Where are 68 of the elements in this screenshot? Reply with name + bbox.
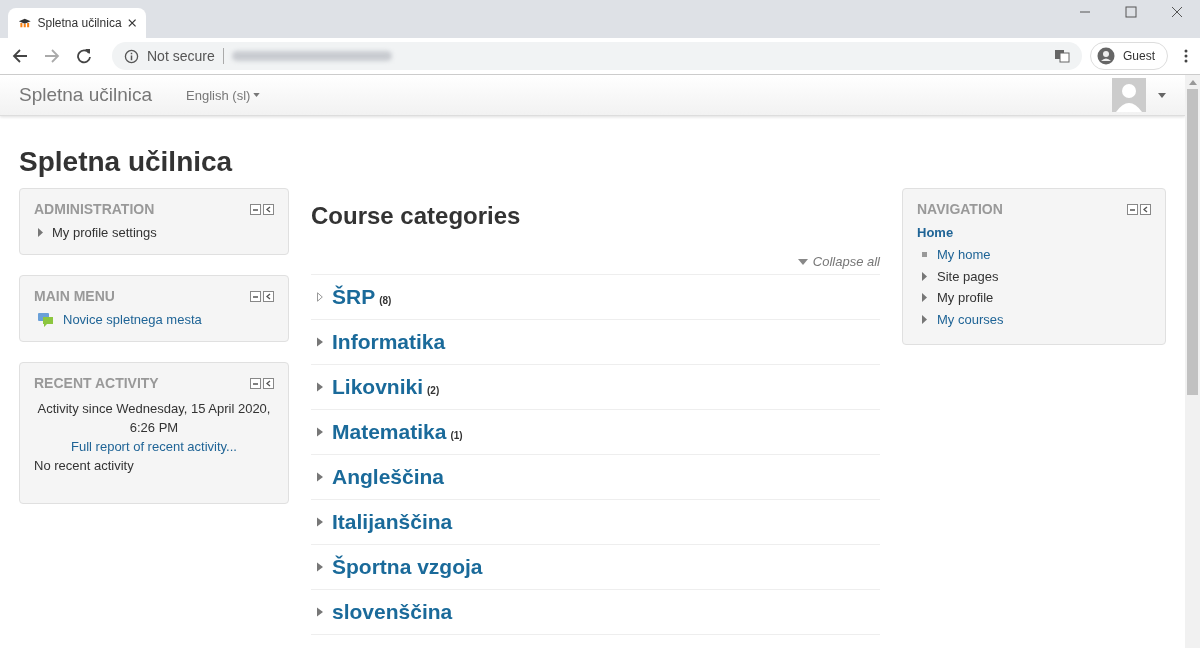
block-title: ADMINISTRATION xyxy=(34,201,155,217)
expand-arrow-icon[interactable] xyxy=(922,271,927,281)
close-icon[interactable] xyxy=(1171,6,1183,18)
expand-arrow-icon[interactable] xyxy=(317,337,323,347)
expand-arrow-icon[interactable] xyxy=(922,293,927,303)
collapse-all-link[interactable]: Collapse all xyxy=(797,254,880,269)
more-menu-icon[interactable] xyxy=(1184,49,1188,63)
scroll-up-icon[interactable] xyxy=(1188,80,1197,85)
site-brand[interactable]: Spletna učilnica xyxy=(19,84,153,106)
course-count: (1) xyxy=(450,429,463,441)
caret-icon[interactable] xyxy=(253,93,261,97)
reload-icon[interactable] xyxy=(76,48,92,64)
expand-arrow-icon[interactable] xyxy=(317,562,323,572)
info-icon xyxy=(124,48,139,64)
security-label: Not secure xyxy=(147,48,215,64)
navigation-item[interactable]: My courses xyxy=(937,308,1004,330)
category-link[interactable]: slovenščina xyxy=(332,600,453,624)
expand-arrow-icon[interactable] xyxy=(922,314,927,324)
back-arrow-icon[interactable] xyxy=(12,48,28,64)
category-link[interactable]: Angleščina xyxy=(332,465,445,489)
language-menu[interactable]: English (sl) xyxy=(186,87,251,103)
activity-since: Activity since Wednesday, 15 April 2020, 6:26 PM xyxy=(36,400,272,437)
browser-tab[interactable]: Spletna učilnica xyxy=(8,8,146,38)
block-title: RECENT ACTIVITY xyxy=(34,375,159,391)
block-controls-icon[interactable] xyxy=(250,203,274,215)
forum-link[interactable]: Novice spletnega mesta xyxy=(63,312,202,327)
address-bar[interactable]: Not secure xyxy=(112,42,1082,70)
category-link[interactable]: Športna vzgoja xyxy=(332,555,483,579)
menu-item[interactable]: My profile settings xyxy=(52,225,157,240)
category-link[interactable]: Matematika xyxy=(332,420,447,444)
scrollbar-thumb[interactable] xyxy=(1187,89,1198,395)
home-link[interactable]: Home xyxy=(917,225,1151,240)
block-title: MAIN MENU xyxy=(34,288,115,304)
course-count: (2) xyxy=(427,384,440,396)
block-controls-icon[interactable] xyxy=(1127,203,1151,215)
block-controls-icon[interactable] xyxy=(250,290,274,302)
category-link[interactable]: ŠRP xyxy=(332,285,376,309)
expand-arrow-icon[interactable] xyxy=(38,228,43,237)
tab-title: Spletna učilnica xyxy=(37,16,122,30)
expand-arrow-icon[interactable] xyxy=(317,292,323,302)
translate-icon[interactable] xyxy=(1054,48,1070,64)
mortarboard-icon xyxy=(18,17,32,29)
speech-bubbles-icon xyxy=(38,312,54,327)
category-link[interactable]: Italijanščina xyxy=(332,510,453,534)
expand-arrow-icon[interactable] xyxy=(317,517,323,527)
section-heading: Course categories xyxy=(311,202,522,230)
expand-arrow-icon[interactable] xyxy=(317,427,323,437)
page-title: Spletna učilnica xyxy=(19,146,234,178)
course-count: (8) xyxy=(379,294,392,306)
person-icon xyxy=(1097,47,1115,65)
category-link[interactable]: Likovniki xyxy=(332,375,424,399)
navigation-item[interactable]: Site pages xyxy=(937,265,999,287)
caret-icon xyxy=(797,258,808,265)
navigation-item[interactable]: My home xyxy=(937,244,991,266)
maximize-icon[interactable] xyxy=(1125,6,1137,18)
navigation-item[interactable]: My profile xyxy=(937,287,994,309)
bullet-icon xyxy=(922,252,927,258)
category-link[interactable]: Informatika xyxy=(332,330,446,354)
full-report-link[interactable]: Full report of recent activity... xyxy=(71,439,237,454)
activity-note: No recent activity xyxy=(34,457,135,475)
expand-arrow-icon[interactable] xyxy=(317,382,323,392)
forward-arrow-icon[interactable] xyxy=(44,48,60,64)
expand-arrow-icon[interactable] xyxy=(317,472,323,482)
expand-arrow-icon[interactable] xyxy=(317,607,323,617)
block-title: NAVIGATION xyxy=(917,201,1003,217)
block-controls-icon[interactable] xyxy=(250,377,274,389)
caret-icon[interactable] xyxy=(1158,92,1166,98)
close-icon[interactable] xyxy=(127,18,136,28)
